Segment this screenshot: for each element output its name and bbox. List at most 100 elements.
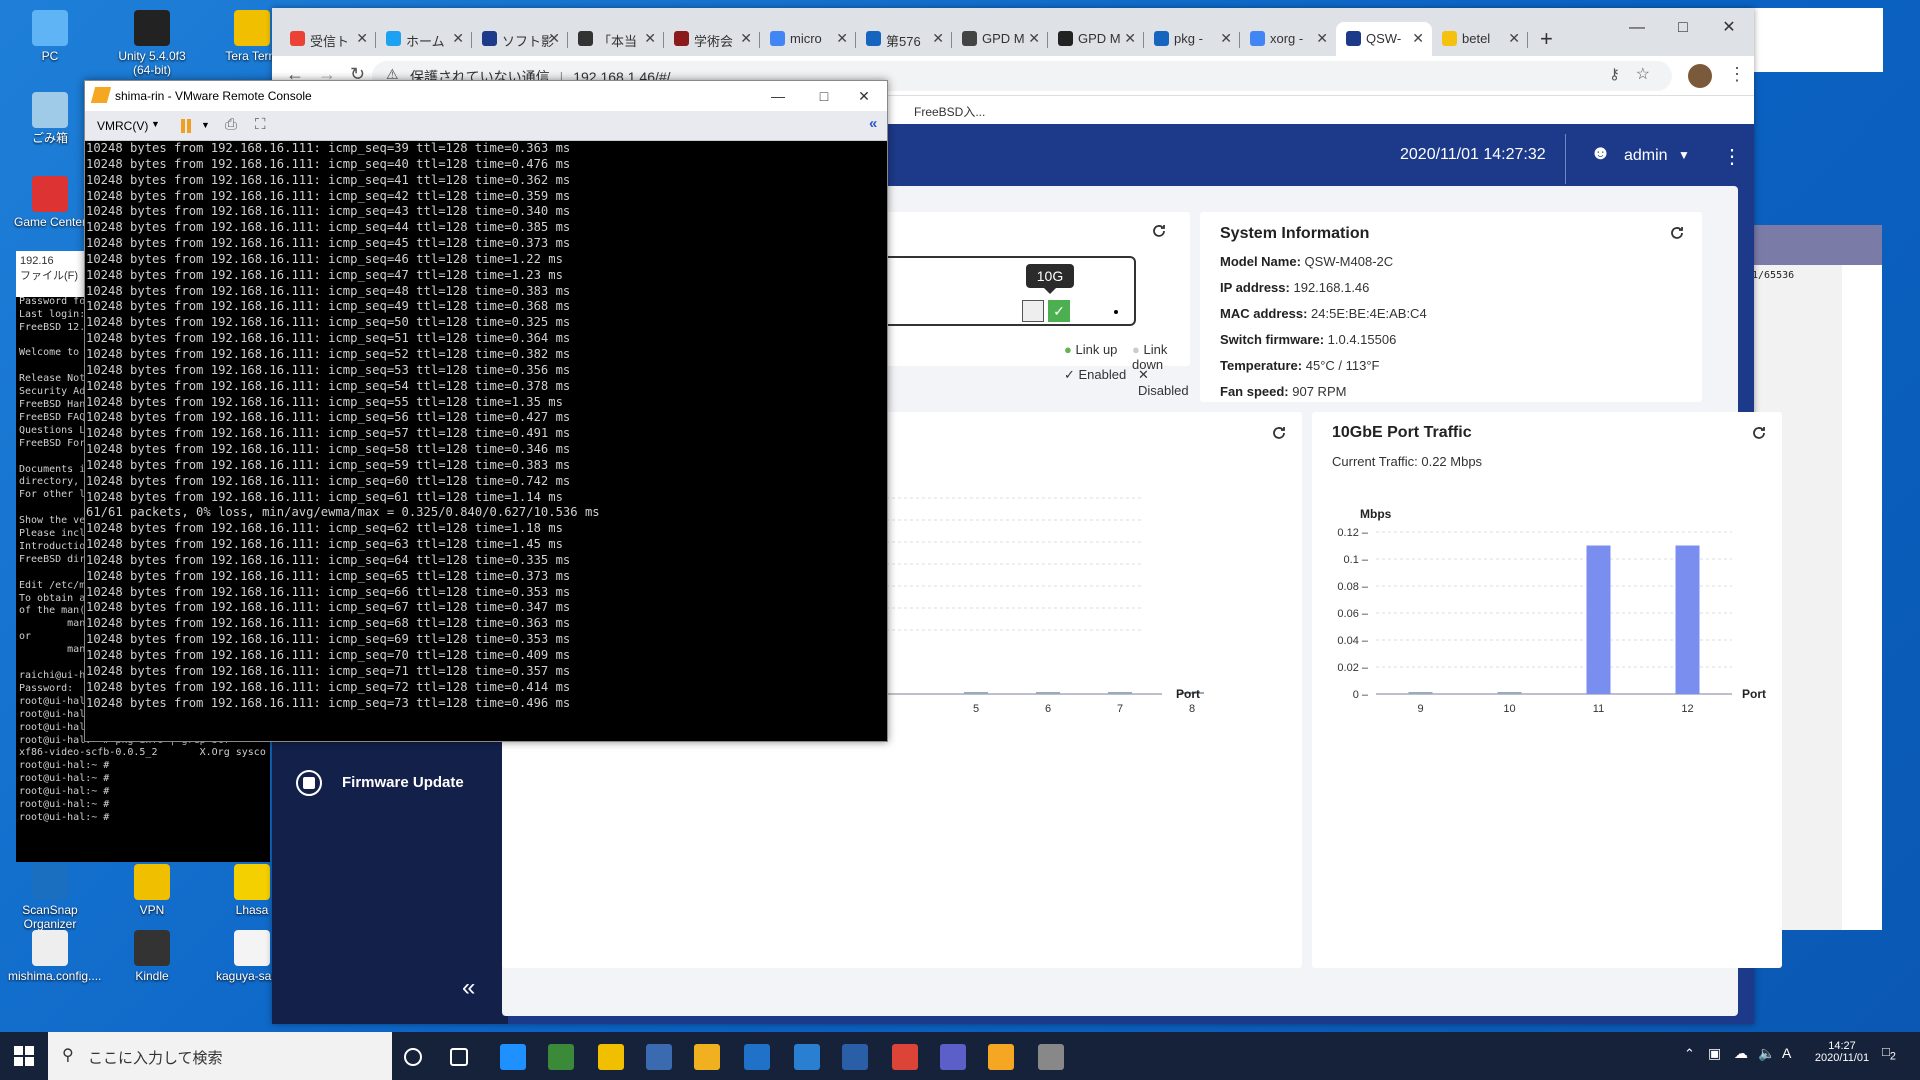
browser-tab[interactable]: 「本当 ✕ bbox=[568, 22, 664, 56]
pause-icon[interactable] bbox=[187, 119, 191, 133]
traffic-bar-chart: Mbps 0.12 – 0.1 – 0.08 – 0.06 – 0.04 – 0.02 – 0… bbox=[1337, 507, 1766, 712]
desktop-icon[interactable]: Game Center bbox=[8, 176, 92, 229]
tab-close-icon[interactable]: ✕ bbox=[452, 30, 464, 47]
tab-close-icon[interactable]: ✕ bbox=[932, 30, 944, 47]
search-icon: ⚲ bbox=[62, 1047, 74, 1064]
tab-close-icon[interactable]: ✕ bbox=[1316, 30, 1328, 47]
cloud-icon[interactable]: ☁ bbox=[1734, 1045, 1748, 1062]
left-terminal-menu[interactable]: ファイル(F) bbox=[20, 270, 78, 282]
app-icon[interactable] bbox=[548, 1044, 574, 1070]
browser-tab[interactable]: ホーム ✕ bbox=[376, 22, 472, 56]
collapse-icon[interactable]: « bbox=[462, 974, 475, 1002]
refresh-icon[interactable] bbox=[1750, 424, 1768, 442]
vmrc-collapse-icon[interactable]: « bbox=[869, 115, 877, 132]
browser-tab[interactable]: 第576 ✕ bbox=[856, 22, 952, 56]
tab-close-icon[interactable]: ✕ bbox=[1220, 30, 1232, 47]
browser-tab[interactable]: xorg - ✕ bbox=[1240, 22, 1336, 56]
vmrc-menu[interactable]: VMRC(V) bbox=[97, 119, 148, 133]
task-view-icon[interactable] bbox=[450, 1048, 468, 1066]
tab-close-icon[interactable]: ✕ bbox=[836, 30, 848, 47]
vm-console[interactable]: 10248 bytes from 192.168.16.111: icmp_se… bbox=[85, 141, 887, 741]
user-dropdown-icon[interactable]: ▼ bbox=[1678, 148, 1690, 162]
edge-icon[interactable] bbox=[500, 1044, 526, 1070]
desktop-icon[interactable]: PC bbox=[8, 10, 92, 63]
desktop-icon[interactable]: ScanSnap Organizer bbox=[8, 864, 92, 931]
console-line: 10248 bytes from 192.168.16.111: icmp_se… bbox=[86, 616, 571, 631]
teams-icon[interactable] bbox=[940, 1044, 966, 1070]
desktop-icon[interactable]: mishima.config.... bbox=[8, 930, 101, 983]
tab-close-icon[interactable]: ✕ bbox=[1412, 30, 1424, 47]
tab-close-icon[interactable]: ✕ bbox=[644, 30, 656, 47]
user-name[interactable]: admin bbox=[1624, 147, 1668, 165]
x-tick-label: 5 bbox=[973, 703, 979, 712]
console-line: 10248 bytes from 192.168.16.111: icmp_se… bbox=[86, 632, 571, 647]
tray-chevron-icon[interactable]: ⌃ bbox=[1684, 1046, 1695, 1062]
port-icon[interactable]: ✓ bbox=[1048, 300, 1070, 322]
cortana-icon[interactable] bbox=[404, 1048, 422, 1066]
ime-indicator[interactable]: A bbox=[1782, 1045, 1791, 1061]
search-box[interactable]: ⚲ ここに入力して検索 bbox=[48, 1032, 392, 1080]
browser-tab[interactable]: QSW- ✕ bbox=[1336, 22, 1432, 56]
app-icon[interactable] bbox=[1038, 1044, 1064, 1070]
clock[interactable]: 14:27 2020/11/01 bbox=[1812, 1040, 1872, 1064]
tera-term-icon[interactable] bbox=[598, 1044, 624, 1070]
tab-close-icon[interactable]: ✕ bbox=[548, 30, 560, 47]
console-line: 10248 bytes from 192.168.16.111: icmp_se… bbox=[86, 156, 571, 171]
desktop-icon[interactable]: Unity 5.4.0f3 (64-bit) bbox=[110, 10, 194, 77]
tab-close-icon[interactable]: ✕ bbox=[1028, 30, 1040, 47]
browser-tab[interactable]: micro ✕ bbox=[760, 22, 856, 56]
refresh-icon[interactable] bbox=[1150, 222, 1168, 240]
maximize-button[interactable]: □ bbox=[1660, 8, 1706, 48]
desktop-icon[interactable]: VPN bbox=[110, 864, 194, 917]
tab-label: 学術会 bbox=[694, 34, 734, 49]
browser-tab[interactable]: GPD M ✕ bbox=[1048, 22, 1144, 56]
sidebar-item-firmware-update[interactable]: Firmware Update bbox=[342, 774, 464, 791]
browser-tab[interactable]: GPD M ✕ bbox=[952, 22, 1048, 56]
tab-close-icon[interactable]: ✕ bbox=[356, 30, 368, 47]
tab-close-icon[interactable]: ✕ bbox=[1508, 30, 1520, 47]
console-line: 10248 bytes from 192.168.16.111: icmp_se… bbox=[86, 552, 571, 567]
key-icon[interactable]: ⚷ bbox=[1609, 65, 1620, 83]
notification-icon[interactable]: □2 bbox=[1882, 1044, 1896, 1063]
vmrc-menu-chevron-icon[interactable]: ▼ bbox=[151, 119, 160, 129]
desktop-icon[interactable]: ごみ箱 bbox=[8, 92, 92, 145]
vmrc-minimize-button[interactable]: — bbox=[755, 81, 801, 111]
bar bbox=[1497, 692, 1522, 694]
vmrc-icon[interactable] bbox=[988, 1044, 1014, 1070]
minimize-button[interactable]: — bbox=[1614, 8, 1660, 48]
send-keys-icon[interactable]: ⎙ bbox=[225, 116, 237, 133]
menu-icon[interactable]: ⋮ bbox=[1728, 64, 1746, 85]
browser-tab[interactable]: betel ✕ bbox=[1432, 22, 1528, 56]
pause-chevron-icon[interactable]: ▼ bbox=[201, 120, 210, 130]
volume-icon[interactable]: 🔈 bbox=[1758, 1045, 1775, 1062]
fullscreen-icon[interactable]: ⛶ bbox=[255, 116, 266, 133]
tab-close-icon[interactable]: ✕ bbox=[740, 30, 752, 47]
tab-close-icon[interactable]: ✕ bbox=[1124, 30, 1136, 47]
browser-tab[interactable]: ソフト影 ✕ bbox=[472, 22, 568, 56]
vmrc-close-button[interactable]: ✕ bbox=[841, 81, 887, 111]
new-tab-button[interactable]: + bbox=[1540, 26, 1553, 52]
explorer-icon[interactable] bbox=[694, 1044, 720, 1070]
close-button[interactable]: ✕ bbox=[1706, 8, 1752, 48]
browser-tab[interactable]: 受信ト ✕ bbox=[280, 22, 376, 56]
bookmark-item[interactable]: FreeBSD入... bbox=[914, 103, 985, 120]
star-icon[interactable]: ☆ bbox=[1636, 64, 1650, 84]
mac-value: 24:5E:BE:4E:AB:C4 bbox=[1311, 306, 1427, 321]
mail-icon[interactable] bbox=[794, 1044, 820, 1070]
avatar[interactable] bbox=[1688, 64, 1712, 88]
app-icon[interactable] bbox=[646, 1044, 672, 1070]
network-icon[interactable]: ▣ bbox=[1708, 1045, 1721, 1062]
more-icon[interactable]: ⋮ bbox=[1722, 144, 1742, 169]
browser-tab[interactable]: 学術会 ✕ bbox=[664, 22, 760, 56]
console-line: 10248 bytes from 192.168.16.111: icmp_se… bbox=[86, 188, 571, 203]
browser-tab[interactable]: pkg - ✕ bbox=[1144, 22, 1240, 56]
port-icon[interactable] bbox=[1022, 300, 1044, 322]
store-icon[interactable] bbox=[744, 1044, 770, 1070]
chrome-icon[interactable] bbox=[892, 1044, 918, 1070]
desktop-icon[interactable]: Kindle bbox=[110, 930, 194, 983]
refresh-icon[interactable] bbox=[1668, 224, 1686, 242]
desktop-app-icon bbox=[32, 930, 68, 966]
app-icon[interactable] bbox=[842, 1044, 868, 1070]
tab-favicon-icon bbox=[578, 31, 593, 46]
start-icon[interactable] bbox=[14, 1046, 34, 1066]
